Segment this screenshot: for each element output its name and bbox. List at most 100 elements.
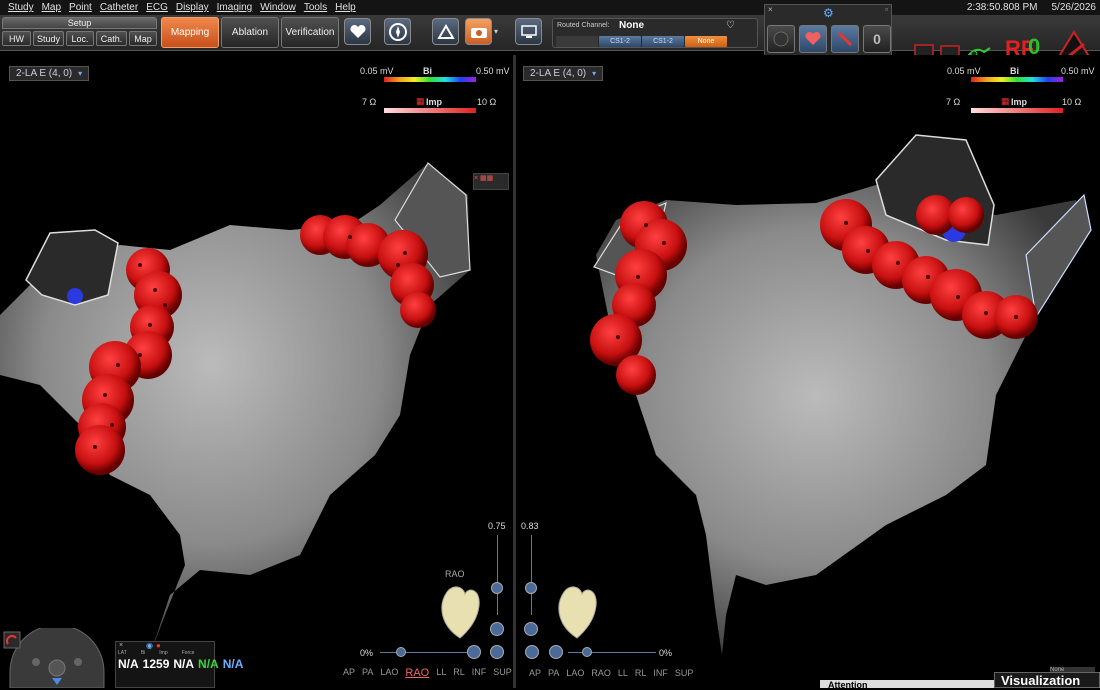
readout-header-bi: Bi bbox=[140, 650, 146, 656]
routed-channel-label: Routed Channel: bbox=[557, 22, 610, 29]
setup-study-button[interactable]: Study bbox=[33, 31, 64, 46]
imp-map-icon[interactable]: ▦ bbox=[416, 96, 425, 107]
left-orient-toggle[interactable] bbox=[490, 622, 504, 636]
clock-time: 2:38:50.808 PM bbox=[966, 2, 1038, 13]
mapping-tab[interactable]: Mapping bbox=[161, 17, 219, 48]
left-view-sup[interactable]: SUP bbox=[493, 667, 512, 679]
camera-icon[interactable] bbox=[465, 18, 492, 45]
left-orientation-heart-icon[interactable] bbox=[435, 580, 485, 640]
right-view-sup[interactable]: SUP bbox=[675, 668, 694, 678]
readout-value-4: N/A bbox=[198, 657, 219, 671]
left-view-reset-button[interactable] bbox=[467, 645, 481, 659]
left-imp-colorbar bbox=[384, 108, 476, 113]
left-pct-slider[interactable] bbox=[380, 652, 472, 653]
panel-blank-button[interactable] bbox=[767, 25, 795, 53]
menu-imaging[interactable]: Imaging bbox=[213, 2, 257, 13]
channel-none[interactable]: None bbox=[685, 36, 727, 47]
left-view-ll[interactable]: LL bbox=[436, 667, 446, 679]
channel-cs12-a[interactable]: CS1-2 bbox=[599, 36, 641, 47]
right-imp-map-icon[interactable]: ▦ bbox=[1001, 96, 1010, 107]
left-view-rotate-button[interactable] bbox=[490, 645, 504, 659]
channel-cs12-b[interactable]: CS1-2 bbox=[642, 36, 684, 47]
menu-window[interactable]: Window bbox=[256, 2, 300, 13]
right-view-ll[interactable]: LL bbox=[618, 668, 628, 678]
panel-options-icon[interactable]: ▫ bbox=[885, 5, 888, 14]
left-opacity-handle[interactable] bbox=[491, 582, 503, 594]
right-view-inf[interactable]: INF bbox=[653, 668, 668, 678]
floating-tool-panel: × ⚙ ▫ 0 ⌄ bbox=[764, 4, 892, 62]
menu-display[interactable]: Display bbox=[172, 2, 213, 13]
zero-button[interactable]: 0 bbox=[863, 25, 891, 53]
navigation-widget[interactable] bbox=[0, 628, 112, 688]
routed-channel-value[interactable]: None bbox=[619, 20, 644, 31]
left-map-selector[interactable]: 2-LA E (4, 0) ▾ bbox=[9, 66, 90, 81]
menu-catheter[interactable]: Catheter bbox=[96, 2, 142, 13]
menu-bar: Study Map Point Catheter ECG Display Ima… bbox=[0, 0, 1100, 15]
menu-point[interactable]: Point bbox=[65, 2, 96, 13]
right-map-label: 2-LA E (4, 0) bbox=[530, 68, 587, 79]
heart-cloud-icon[interactable] bbox=[344, 18, 371, 45]
right-3d-view[interactable]: 2-LA E (4, 0) ▾ 0.05 mV Bi 0.50 mV 7 Ω ▦… bbox=[516, 55, 1100, 688]
right-anatomy-model[interactable] bbox=[516, 55, 1100, 688]
triangle-view-icon[interactable] bbox=[432, 18, 459, 45]
right-bi-max: 0.50 mV bbox=[1061, 66, 1095, 76]
menu-tools[interactable]: Tools bbox=[300, 2, 331, 13]
menu-study[interactable]: Study bbox=[0, 2, 38, 13]
right-pct-handle[interactable] bbox=[582, 647, 592, 657]
catheter-tool-button[interactable] bbox=[831, 25, 859, 53]
right-view-pa[interactable]: PA bbox=[548, 668, 559, 678]
readout-settings-icon[interactable]: ◉ bbox=[146, 641, 153, 650]
menu-ecg[interactable]: ECG bbox=[142, 2, 172, 13]
menu-map[interactable]: Map bbox=[38, 2, 65, 13]
setup-loc-button[interactable]: Loc. bbox=[66, 31, 94, 46]
map-dropdown-icon[interactable]: ▾ bbox=[78, 69, 82, 78]
right-view-lao[interactable]: LAO bbox=[566, 668, 584, 678]
setup-cath-button[interactable]: Cath. bbox=[96, 31, 127, 46]
channel-slot-1[interactable] bbox=[556, 36, 598, 47]
close-icon[interactable]: × bbox=[768, 5, 773, 14]
left-view-ap[interactable]: AP bbox=[343, 667, 355, 679]
right-view-reset-button[interactable] bbox=[549, 645, 563, 659]
right-view-rl[interactable]: RL bbox=[635, 668, 647, 678]
mini-legend-box[interactable]: × ▦▦ bbox=[473, 173, 509, 190]
right-opacity-handle[interactable] bbox=[525, 582, 537, 594]
right-bi-colorbar bbox=[971, 77, 1063, 82]
ablation-tab[interactable]: Ablation bbox=[221, 17, 279, 48]
right-opacity-value: 0.83 bbox=[521, 521, 539, 531]
right-orientation-heart-icon[interactable] bbox=[552, 580, 602, 640]
right-view-rao[interactable]: RAO bbox=[591, 668, 611, 678]
setup-title[interactable]: Setup bbox=[2, 17, 157, 29]
camera-dropdown-icon[interactable]: ▾ bbox=[494, 27, 498, 36]
visualization-panel-tab[interactable]: Visualization bbox=[994, 672, 1100, 688]
gear-icon[interactable]: ⚙ bbox=[823, 6, 834, 20]
left-view-inf[interactable]: INF bbox=[472, 667, 487, 679]
left-view-lao[interactable]: LAO bbox=[380, 667, 398, 679]
setup-hw-button[interactable]: HW bbox=[2, 31, 31, 46]
readout-close-icon[interactable]: × bbox=[119, 642, 123, 649]
right-map-dropdown-icon[interactable]: ▾ bbox=[592, 69, 596, 78]
readout-close-red-icon[interactable]: ● bbox=[156, 641, 161, 650]
right-view-rotate-button[interactable] bbox=[525, 645, 539, 659]
left-view-pa[interactable]: PA bbox=[362, 667, 373, 679]
readout-value-2: 1259 bbox=[142, 657, 170, 671]
right-map-selector[interactable]: 2-LA E (4, 0) ▾ bbox=[523, 66, 604, 81]
left-view-rl[interactable]: RL bbox=[453, 667, 465, 679]
left-3d-view[interactable]: 2-LA E (4, 0) ▾ 0.05 mV Bi 0.50 mV 7 Ω ▦… bbox=[0, 55, 513, 688]
attention-panel[interactable]: Attention bbox=[820, 680, 995, 690]
verification-tab[interactable]: Verification bbox=[281, 17, 339, 48]
left-view-rao[interactable]: RAO bbox=[405, 667, 429, 679]
left-opacity-slider[interactable] bbox=[497, 535, 498, 615]
compass-icon[interactable] bbox=[384, 18, 411, 45]
readout-value-5: N/A bbox=[222, 657, 244, 671]
right-view-ap[interactable]: AP bbox=[529, 668, 541, 678]
right-opacity-slider[interactable] bbox=[531, 535, 532, 615]
left-pct-handle[interactable] bbox=[396, 647, 406, 657]
heart-map-button[interactable] bbox=[799, 25, 827, 53]
heart-icon[interactable]: ♡ bbox=[726, 20, 735, 31]
menu-help[interactable]: Help bbox=[331, 2, 360, 13]
left-imp-max: 10 Ω bbox=[477, 97, 497, 107]
monitor-icon[interactable] bbox=[515, 18, 542, 45]
left-imp-name: Imp bbox=[426, 97, 443, 107]
right-orient-toggle[interactable] bbox=[524, 622, 538, 636]
setup-map-button[interactable]: Map bbox=[129, 31, 157, 46]
